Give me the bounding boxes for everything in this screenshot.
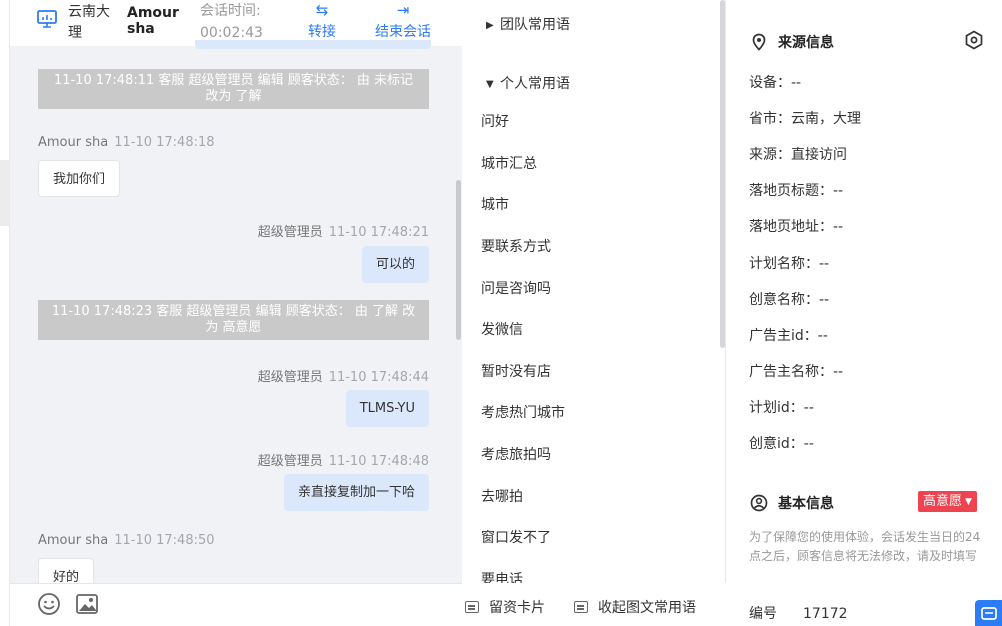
info-field-plan-name: 计划名称：-- <box>749 256 830 272</box>
info-field-advertiser-name: 广告主名称：-- <box>749 364 844 380</box>
info-field-creative-id: 创意id：-- <box>749 436 814 452</box>
card-icon <box>465 601 479 613</box>
phrase-list[interactable]: ▶ 团队常用语 ▼ 个人常用语 问好 城市汇总 城市 要联系方式 问是咨询吗 发微信… <box>462 0 726 583</box>
info-field-source: 来源：直接访问 <box>749 147 847 163</box>
message-icon <box>574 601 588 613</box>
settings-hexagon-icon[interactable] <box>964 30 984 50</box>
info-field-landing-title: 落地页标题：-- <box>749 183 844 199</box>
chat-float-button[interactable] <box>975 600 1002 626</box>
agent-bubble: 可以的 <box>361 246 429 283</box>
location-pin-icon <box>752 33 766 51</box>
phrase-item[interactable]: 要电话 <box>481 570 523 583</box>
left-edge-strip <box>0 0 10 626</box>
phrase-item[interactable]: 要联系方式 <box>481 237 551 257</box>
visitor-name: Amour sha <box>127 5 179 37</box>
info-field-landing-url: 落地页地址：-- <box>749 219 844 235</box>
info-field-advertiser-id: 广告主id：-- <box>749 328 828 344</box>
agent-bubble: TLMS-YU <box>345 390 429 427</box>
monitor-icon <box>37 10 57 28</box>
exit-icon: ⇥ <box>396 1 410 19</box>
phrase-item[interactable]: 窗口发不了 <box>481 528 551 548</box>
transfer-icon: ⇆ <box>315 1 329 19</box>
intent-status-dropdown[interactable]: 高意愿 ▼ <box>918 491 977 512</box>
phrase-item[interactable]: 去哪拍 <box>481 487 523 507</box>
edit-deadline-note: 为了保障您的使用体验，会话发生当日的24点之后，顾客信息将无法修改，请及时填写 <box>749 530 981 563</box>
chat-header: 云南大理 Amour sha 会话时间: 00:02:43 ⇆ 转接 ⇥ 结束会… <box>10 0 462 49</box>
agent-bubble: 亲直接复制加一下哈 <box>283 474 429 511</box>
system-message: 11-10 17:48:11 客服 超级管理员 编辑 顾客状态： 由 未标记 改… <box>38 69 429 109</box>
source-info-title: 来源信息 <box>750 32 834 52</box>
visitor-bubble: 好的 <box>38 558 95 583</box>
customer-info-panel: 来源信息 设备：-- 省市：云南，大理 来源：直接访问 落地页标题：-- 落地页… <box>727 0 1002 626</box>
session-time-label: 会话时间: <box>200 3 261 19</box>
user-circle-icon <box>750 494 768 512</box>
collapse-phrases-button[interactable]: 收起图文常用语 <box>574 597 696 617</box>
image-icon[interactable] <box>75 592 99 616</box>
phrase-item[interactable]: 问好 <box>481 112 509 132</box>
lead-card-button[interactable]: 留资卡片 <box>465 597 545 617</box>
chat-toolbar <box>10 583 462 626</box>
message-meta: Amour sha 11-10 17:48:50 <box>38 533 215 548</box>
edge-tab <box>0 160 9 226</box>
info-field-province-city: 省市：云南，大理 <box>749 111 861 127</box>
customer-id-row: 编号 17172 <box>749 606 848 622</box>
phrase-item[interactable]: 问是咨询吗 <box>481 279 551 299</box>
message-meta: 超级管理员 11-10 17:48:48 <box>257 454 429 469</box>
chat-bubble-icon <box>981 607 997 620</box>
team-phrase-group[interactable]: ▶ 团队常用语 <box>486 14 570 34</box>
info-field-creative-name: 创意名称：-- <box>749 292 830 308</box>
phrase-item[interactable]: 城市汇总 <box>481 154 537 174</box>
caret-down-icon: ▼ <box>965 497 972 507</box>
phrase-scrollbar[interactable] <box>720 0 725 348</box>
message-meta: Amour sha 11-10 17:48:18 <box>38 135 215 150</box>
chat-panel: 11-10 17:48:11 客服 超级管理员 编辑 顾客状态： 由 未标记 改… <box>10 0 462 626</box>
visitor-region: 云南大理 <box>68 4 110 41</box>
chat-message-list[interactable]: 11-10 17:48:11 客服 超级管理员 编辑 顾客状态： 由 未标记 改… <box>10 46 462 583</box>
system-message: 11-10 17:48:23 客服 超级管理员 编辑 顾客状态： 由 了解 改为… <box>38 300 429 340</box>
previous-bubble-edge <box>195 40 431 49</box>
phrase-item[interactable]: 发微信 <box>481 320 523 340</box>
quick-phrase-panel: ▶ 团队常用语 ▼ 个人常用语 问好 城市汇总 城市 要联系方式 问是咨询吗 发微信… <box>462 0 726 626</box>
basic-info-title: 基本信息 <box>750 493 834 513</box>
message-meta: 超级管理员 11-10 17:48:21 <box>257 225 429 240</box>
message-meta: 超级管理员 11-10 17:48:44 <box>257 370 429 385</box>
personal-phrase-group[interactable]: ▼ 个人常用语 <box>486 73 570 93</box>
phrase-item[interactable]: 城市 <box>481 195 509 215</box>
visitor-bubble: 我加你们 <box>38 160 121 197</box>
phrase-item[interactable]: 考虑热门城市 <box>481 403 565 423</box>
info-field-plan-id: 计划id：-- <box>749 400 814 416</box>
emoji-icon[interactable] <box>37 592 61 616</box>
chat-scrollbar[interactable] <box>456 180 461 340</box>
phrase-item[interactable]: 考虑旅拍吗 <box>481 445 551 465</box>
caret-right-icon: ▶ <box>486 20 494 31</box>
info-field-device: 设备：-- <box>749 75 802 91</box>
phrase-toolbar: 留资卡片 收起图文常用语 <box>462 583 726 626</box>
phrase-item[interactable]: 暂时没有店 <box>481 362 551 382</box>
caret-down-icon: ▼ <box>486 79 494 90</box>
